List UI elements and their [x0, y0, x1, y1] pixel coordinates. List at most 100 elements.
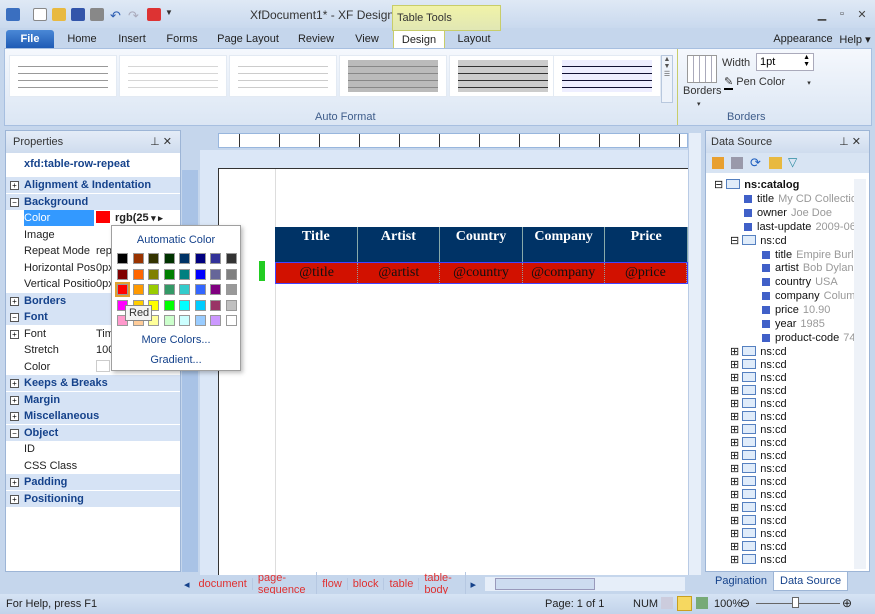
- pen-color-button[interactable]: ✎ Pen Color ▾: [724, 75, 811, 90]
- expand-icon[interactable]: ⊞: [730, 528, 739, 540]
- tree-node-cd[interactable]: ⊞ ns:cd: [730, 371, 787, 385]
- tree-node-cd[interactable]: ⊞ ns:cd: [730, 540, 787, 554]
- tree-node-cd[interactable]: ⊞ ns:cd: [730, 410, 787, 424]
- pdf-icon[interactable]: [147, 8, 161, 21]
- color-swatch[interactable]: [225, 268, 237, 280]
- breadcrumb-right-arrow[interactable]: ▸: [466, 578, 480, 591]
- tree-node[interactable]: company Columb: [762, 290, 862, 303]
- dropdown-arrow-icon[interactable]: ▾ ▸: [149, 213, 163, 223]
- property-row[interactable]: CSS Class: [6, 458, 180, 474]
- expand-icon[interactable]: ⊞: [730, 554, 739, 566]
- header-cell[interactable]: Price: [605, 227, 688, 262]
- tree-node[interactable]: year 1985: [762, 318, 825, 331]
- zoom-out-button[interactable]: ⊖: [740, 596, 750, 610]
- expand-icon[interactable]: ⊞: [730, 489, 739, 501]
- tree-node-cd[interactable]: ⊞ ns:cd: [730, 423, 787, 437]
- auto-format-style-5[interactable]: [449, 55, 557, 97]
- tab-pagination[interactable]: Pagination: [709, 572, 773, 591]
- expand-icon[interactable]: ⊞: [730, 385, 739, 397]
- save-icon[interactable]: [731, 157, 743, 169]
- property-value[interactable]: rep: [96, 243, 112, 259]
- row-cell[interactable]: @country: [440, 263, 523, 283]
- tab-page-layout[interactable]: Page Layout: [215, 30, 281, 48]
- property-category[interactable]: + Margin: [6, 391, 180, 408]
- expand-icon[interactable]: ⊞: [730, 372, 739, 384]
- property-category[interactable]: + Positioning: [6, 490, 180, 507]
- auto-format-style-4[interactable]: [339, 55, 447, 97]
- tree-node-cd[interactable]: ⊞ ns:cd: [730, 384, 787, 398]
- table-header-row[interactable]: Title Artist Country Company Price: [275, 227, 688, 262]
- color-swatch[interactable]: [148, 253, 159, 264]
- edit-mode-icon[interactable]: [661, 597, 673, 609]
- expand-icon[interactable]: ⊞: [730, 502, 739, 514]
- borders-grid-icon[interactable]: [687, 55, 717, 83]
- tab-design[interactable]: Design: [393, 30, 445, 48]
- row-cell[interactable]: @artist: [358, 263, 441, 283]
- borders-button[interactable]: Borders ▾: [683, 85, 722, 109]
- expand-icon[interactable]: ⊞: [730, 411, 739, 423]
- color-swatch[interactable]: [163, 284, 175, 295]
- automatic-color-button[interactable]: Automatic Color: [112, 234, 240, 246]
- filter-icon[interactable]: ▽: [788, 155, 797, 169]
- customize-icon[interactable]: ▼: [165, 8, 179, 21]
- gallery-scroll[interactable]: ▲ ▼ ☰: [661, 55, 673, 103]
- data-source-scrollbar[interactable]: [854, 179, 866, 569]
- expand-icon[interactable]: ⊞: [730, 398, 739, 410]
- breadcrumb-item[interactable]: block: [348, 578, 385, 590]
- zoom-slider-thumb[interactable]: [792, 597, 799, 608]
- color-swatch[interactable]: [210, 253, 221, 264]
- expand-icon[interactable]: ⊞: [730, 515, 739, 527]
- undo-icon[interactable]: ↶: [110, 8, 124, 23]
- maximize-button[interactable]: ▫: [835, 8, 849, 20]
- property-category[interactable]: − Object: [6, 424, 180, 441]
- color-swatch[interactable]: [194, 253, 206, 264]
- tree-node-cd[interactable]: ⊞ ns:cd: [730, 436, 787, 450]
- tree-node-cd[interactable]: ⊟ ns:cd: [730, 234, 787, 248]
- header-cell[interactable]: Company: [523, 227, 606, 262]
- expand-icon[interactable]: ⊞: [730, 541, 739, 553]
- color-swatch[interactable]: [225, 253, 237, 264]
- tree-node[interactable]: price 10.90: [762, 304, 830, 317]
- property-category[interactable]: − Background: [6, 193, 180, 210]
- collapse-icon[interactable]: ⊟: [714, 179, 723, 191]
- expand-icon[interactable]: +: [10, 478, 19, 487]
- tree-node-cd[interactable]: ⊞ ns:cd: [730, 475, 787, 489]
- color-swatch[interactable]: [117, 268, 128, 280]
- expand-icon[interactable]: ⊞: [730, 476, 739, 488]
- zoom-in-button[interactable]: ⊕: [842, 596, 852, 610]
- property-value[interactable]: rgb(25 ▾ ▸: [96, 210, 163, 226]
- tree-node[interactable]: title My CD Collection: [744, 193, 863, 206]
- property-category[interactable]: + Alignment & Indentation: [6, 177, 180, 193]
- expand-icon[interactable]: +: [10, 181, 19, 190]
- tree-node-cd[interactable]: ⊞ ns:cd: [730, 462, 787, 476]
- help-menu[interactable]: Help ▾: [838, 30, 872, 48]
- row-cell[interactable]: @title: [276, 263, 359, 283]
- tree-node-cd[interactable]: ⊞ ns:cd: [730, 514, 787, 528]
- table-row-repeat[interactable]: @title @artist @country @company @price: [275, 262, 688, 284]
- color-swatch[interactable]: [179, 253, 190, 264]
- pin-close-icons[interactable]: ⊥ ✕: [839, 135, 861, 148]
- tab-view[interactable]: View: [350, 30, 384, 48]
- collapse-icon[interactable]: −: [10, 313, 19, 322]
- expand-icon[interactable]: ⊞: [730, 359, 739, 371]
- property-category[interactable]: + Keeps & Breaks: [6, 375, 180, 391]
- color-swatch[interactable]: [132, 253, 144, 264]
- tree-node-cd[interactable]: ⊞ ns:cd: [730, 527, 787, 541]
- color-swatch[interactable]: [132, 284, 144, 295]
- breadcrumb-item[interactable]: page-sequence: [253, 572, 318, 596]
- expand-icon[interactable]: +: [10, 395, 19, 405]
- expand-icon[interactable]: ⊞: [730, 463, 739, 475]
- collapse-icon[interactable]: −: [10, 428, 19, 438]
- tab-file[interactable]: File: [6, 30, 54, 48]
- header-cell[interactable]: Artist: [358, 227, 441, 262]
- tree-node-cd[interactable]: ⊞ ns:cd: [730, 358, 787, 372]
- color-swatch[interactable]: [148, 268, 159, 280]
- property-category[interactable]: + Miscellaneous: [6, 408, 180, 424]
- auto-format-style-6[interactable]: [553, 55, 661, 97]
- color-swatch[interactable]: [163, 299, 175, 311]
- tab-review[interactable]: Review: [294, 30, 338, 48]
- color-swatch[interactable]: [194, 315, 206, 326]
- tree-node[interactable]: country USA: [762, 276, 838, 289]
- color-swatch[interactable]: [194, 268, 206, 280]
- header-cell[interactable]: Title: [275, 227, 358, 262]
